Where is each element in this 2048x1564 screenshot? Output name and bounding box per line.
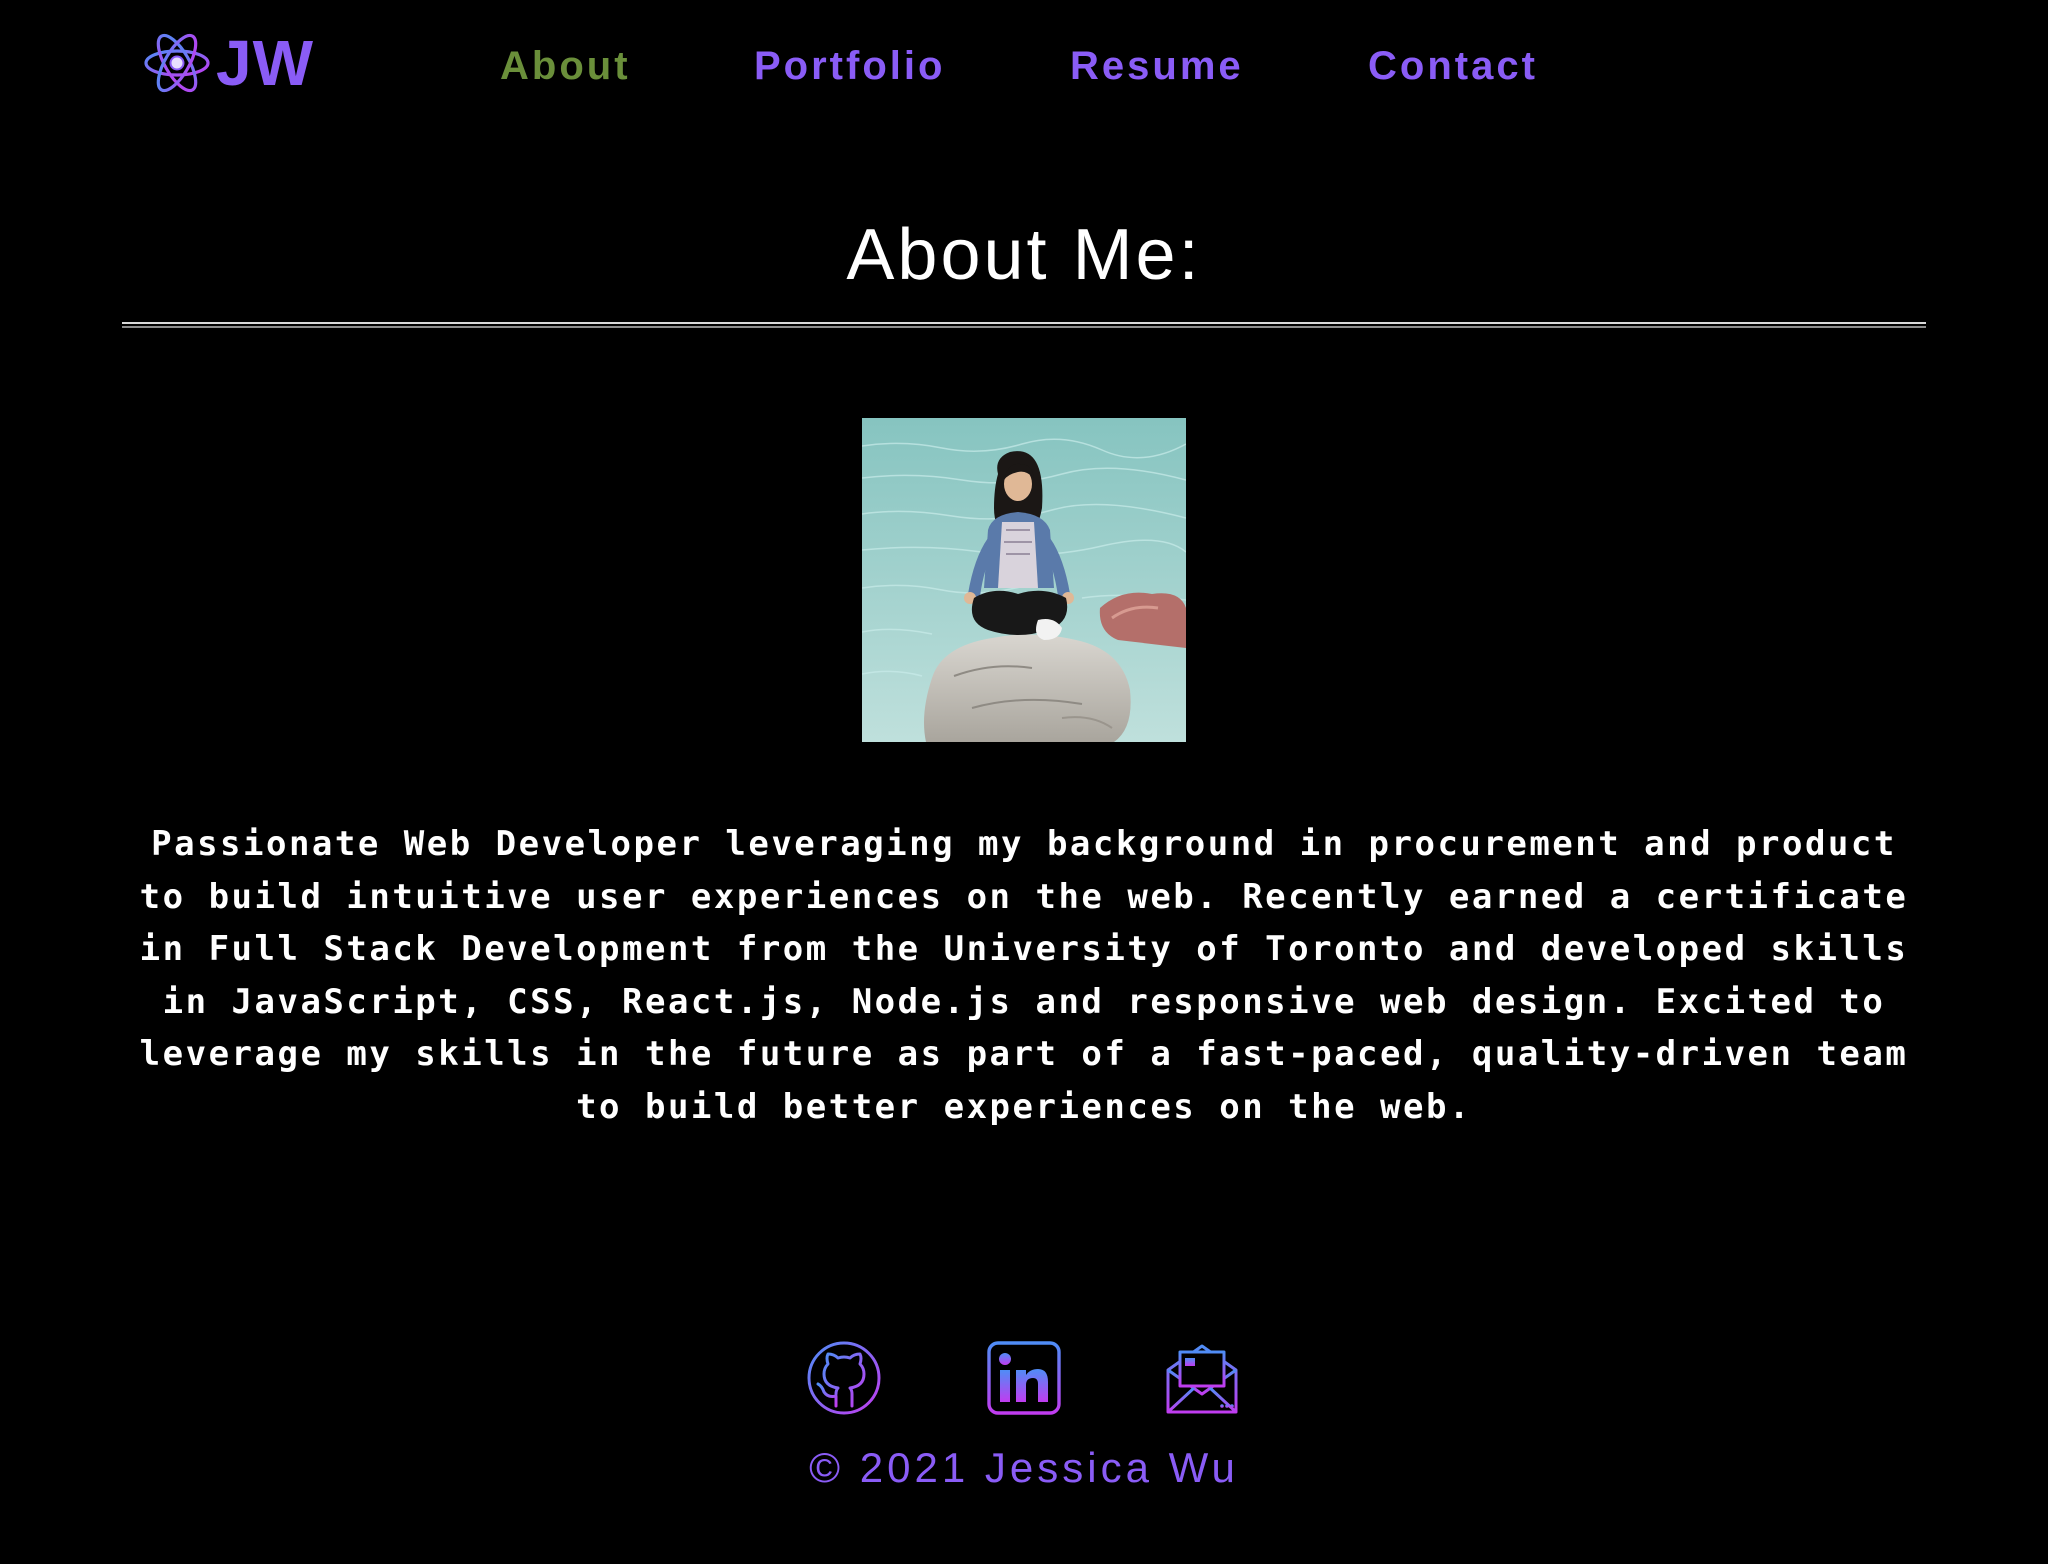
nav-link-portfolio[interactable]: Portfolio bbox=[754, 44, 945, 89]
nav-link-resume[interactable]: Resume bbox=[1070, 44, 1244, 89]
nav-link-contact[interactable]: Contact bbox=[1368, 44, 1538, 89]
title-divider bbox=[122, 322, 1926, 328]
github-link[interactable] bbox=[806, 1340, 882, 1416]
nav-link-about[interactable]: About bbox=[500, 44, 631, 89]
social-links bbox=[0, 1340, 2048, 1420]
linkedin-link[interactable] bbox=[986, 1340, 1062, 1416]
profile-photo bbox=[862, 418, 1186, 742]
site-header: JW About Portfolio Resume Contact bbox=[0, 0, 2048, 140]
logo-link[interactable]: JW bbox=[142, 28, 314, 98]
email-icon bbox=[1166, 1344, 1238, 1414]
email-link[interactable] bbox=[1164, 1340, 1240, 1416]
linkedin-icon bbox=[987, 1341, 1061, 1415]
bio-text: Passionate Web Developer leveraging my b… bbox=[139, 824, 1909, 1127]
copyright-text: © 2021 Jessica Wu bbox=[809, 1444, 1239, 1491]
atom-icon bbox=[144, 33, 210, 93]
page-title: About Me: bbox=[846, 215, 1202, 295]
logo-text: JW bbox=[216, 27, 314, 99]
github-icon bbox=[807, 1341, 881, 1415]
